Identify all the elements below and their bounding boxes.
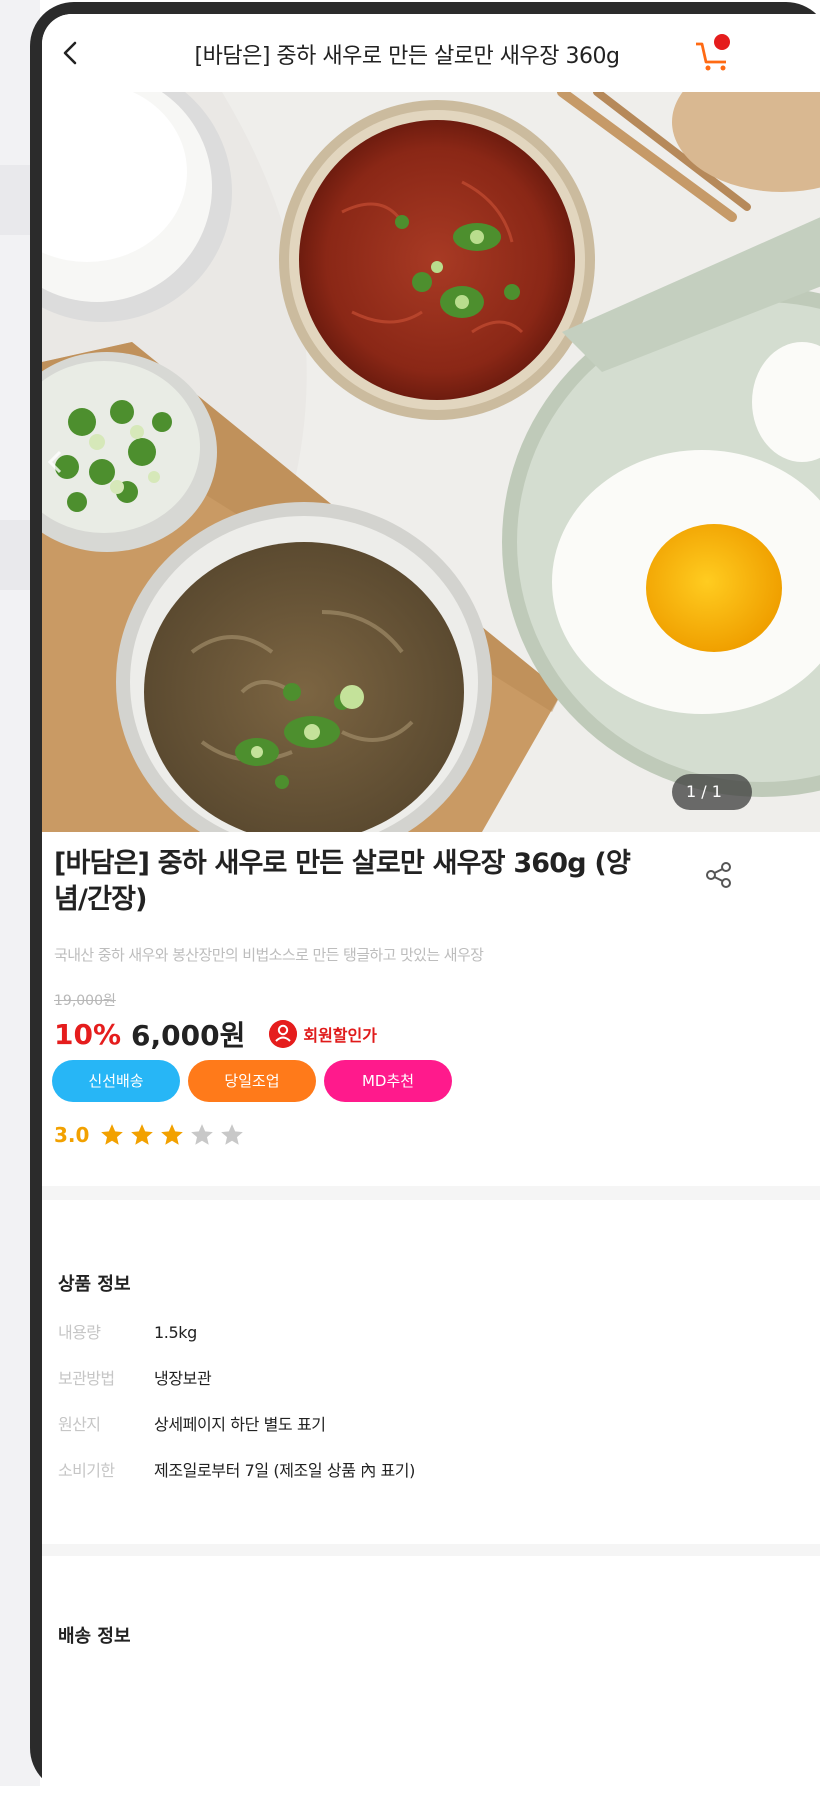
sale-price: 6,000원: [131, 1019, 246, 1052]
spec-value: 제조일로부터 7일 (제조일 상품 內 표기): [154, 1461, 415, 1480]
price-row: 10% 6,000원 회원할인가: [54, 1014, 377, 1054]
product-image[interactable]: [42, 92, 820, 832]
product-summary: [바담은] 중하 새우로 만든 살로만 새우장 360g (양념/간장) 국내산…: [42, 832, 820, 1052]
delivery-info-title: 배송 정보: [58, 1626, 131, 1647]
section-divider: [42, 1186, 820, 1200]
star-filled-icon: [101, 1124, 124, 1145]
spec-key: 소비기한: [58, 1461, 115, 1480]
product-detail-screen: [바담은] 중하 새우로 만든 살로만 새우장 360g 1 / 1 [바담은]…: [42, 14, 820, 1804]
spec-value: 상세페이지 하단 별도 표기: [154, 1415, 326, 1434]
badge-fresh-delivery: 신선배송: [52, 1060, 180, 1102]
star-empty-icon: [221, 1124, 244, 1145]
spec-key: 내용량: [58, 1323, 101, 1342]
product-badges: 신선배송 당일조업 MD추천: [52, 1060, 452, 1102]
product-description: 국내산 중하 새우와 봉산장만의 비법소스로 만든 탱글하고 맛있는 새우장: [54, 946, 484, 964]
badge-same-day-catch: 당일조업: [188, 1060, 316, 1102]
spec-row: 보관방법 냉장보관: [58, 1368, 212, 1390]
section-divider: [42, 1544, 820, 1556]
member-icon: [269, 1020, 298, 1048]
spec-value: 1.5kg: [154, 1323, 197, 1342]
spec-row: 내용량 1.5kg: [58, 1322, 197, 1344]
rating[interactable]: 3.0: [54, 1122, 245, 1148]
spec-key: 보관방법: [58, 1369, 115, 1388]
cart-icon[interactable]: [692, 32, 736, 76]
spec-key: 원산지: [58, 1415, 101, 1434]
star-filled-icon: [131, 1124, 154, 1145]
spec-row: 원산지 상세페이지 하단 별도 표기: [58, 1414, 326, 1436]
discount-rate: 10%: [54, 1017, 122, 1051]
member-discount-label: 회원할인가: [303, 1026, 377, 1045]
star-empty-icon: [191, 1124, 214, 1145]
top-bar: [바담은] 중하 새우로 만든 살로만 새우장 360g: [42, 14, 820, 92]
rating-value: 3.0: [54, 1123, 90, 1147]
spec-value: 냉장보관: [154, 1369, 212, 1388]
product-name: [바담은] 중하 새우로 만든 살로만 새우장 360g (양념/간장): [54, 848, 631, 915]
spec-row: 소비기한 제조일로부터 7일 (제조일 상품 內 표기): [58, 1460, 415, 1482]
product-photo-illustration: [42, 92, 820, 832]
original-price: 19,000원: [54, 993, 116, 1009]
share-icon[interactable]: [702, 858, 736, 892]
image-counter: 1 / 1: [672, 774, 752, 810]
badge-md-pick: MD추천: [324, 1060, 452, 1102]
product-info-title: 상품 정보: [58, 1274, 131, 1295]
member-discount[interactable]: 회원할인가: [269, 1020, 377, 1048]
rating-stars: [99, 1122, 245, 1148]
star-filled-icon: [161, 1124, 184, 1145]
